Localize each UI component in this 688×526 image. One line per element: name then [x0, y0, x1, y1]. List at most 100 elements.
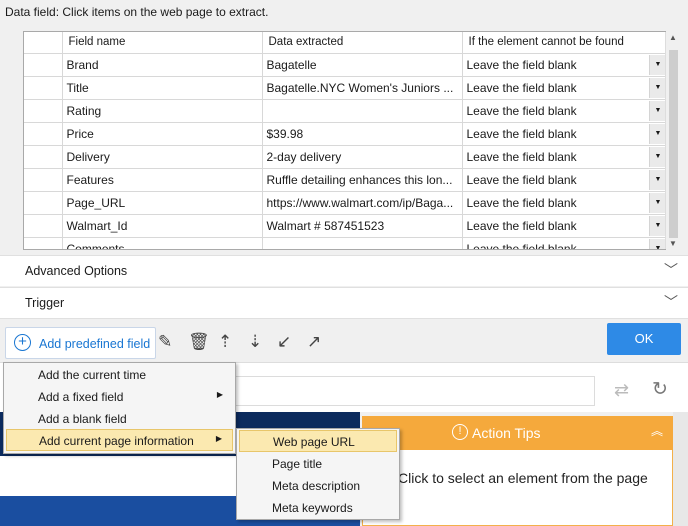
- data-extracted-cell[interactable]: Bagatelle.NYC Women's Juniors ...: [262, 76, 463, 100]
- advanced-options-section[interactable]: Advanced Options ﹀: [0, 255, 688, 286]
- menu-item-meta-description[interactable]: Meta description: [239, 475, 397, 497]
- field-name-cell[interactable]: Price: [62, 122, 263, 146]
- row-header-corner: [24, 32, 63, 54]
- row-header[interactable]: [24, 237, 63, 249]
- table-row[interactable]: Rating Leave the field blank ▼: [24, 99, 665, 123]
- add-predefined-field-button[interactable]: + Add predefined field: [5, 327, 156, 359]
- row-header[interactable]: [24, 99, 63, 123]
- data-extracted-cell[interactable]: 2-day delivery: [262, 145, 463, 169]
- fallback-dropdown[interactable]: Leave the field blank ▼: [462, 191, 665, 215]
- data-extracted-cell[interactable]: Walmart # 587451523: [262, 214, 463, 238]
- fallback-value: Leave the field blank: [466, 195, 577, 210]
- table-row[interactable]: Comments Leave the field blank ▼: [24, 237, 665, 249]
- fallback-dropdown[interactable]: Leave the field blank ▼: [462, 168, 665, 192]
- data-field-label: Data field: Click items on the web page …: [5, 5, 269, 19]
- trigger-section[interactable]: Trigger ﹀: [0, 287, 688, 319]
- field-name-cell[interactable]: Brand: [62, 53, 263, 77]
- table-row[interactable]: Page_URL https://www.walmart.com/ip/Baga.…: [24, 191, 665, 215]
- scroll-up-icon[interactable]: ▲: [669, 33, 677, 42]
- fallback-dropdown[interactable]: Leave the field blank ▼: [462, 76, 665, 100]
- dropdown-arrow-icon[interactable]: ▼: [648, 215, 665, 236]
- browser-url-bar[interactable]: [225, 376, 595, 406]
- column-header-data-extracted[interactable]: Data extracted: [262, 32, 463, 54]
- row-header[interactable]: [24, 145, 63, 169]
- scroll-thumb[interactable]: [669, 50, 678, 238]
- fallback-dropdown[interactable]: Leave the field blank ▼: [462, 237, 665, 249]
- submenu-arrow-icon: ▶: [215, 434, 222, 443]
- table-row[interactable]: Features Ruffle detailing enhances this l…: [24, 168, 665, 192]
- row-header[interactable]: [24, 53, 63, 77]
- grid-scrollbar[interactable]: ▲ ▼: [665, 32, 681, 249]
- action-tips-text: Click to select an element from the page: [398, 470, 648, 486]
- reload-icon[interactable]: ↻: [652, 378, 668, 401]
- data-extracted-cell[interactable]: Bagatelle: [262, 53, 463, 77]
- dropdown-arrow-icon[interactable]: ▼: [648, 146, 665, 167]
- data-field-grid[interactable]: Field name Data extracted If the element…: [23, 31, 666, 250]
- column-header-if-not-found[interactable]: If the element cannot be found: [462, 32, 665, 54]
- table-row[interactable]: Title Bagatelle.NYC Women's Juniors ... Le…: [24, 76, 665, 100]
- data-extracted-cell[interactable]: [262, 237, 463, 249]
- field-name-cell[interactable]: Walmart_Id: [62, 214, 263, 238]
- table-row[interactable]: Delivery 2-day delivery Leave the field bl…: [24, 145, 665, 169]
- dropdown-arrow-icon[interactable]: ▼: [648, 100, 665, 121]
- action-tips-header: ! Action Tips ︽: [362, 416, 673, 450]
- menu-item-current-page-info[interactable]: Add current page information ▶: [6, 429, 233, 451]
- open-external-icon[interactable]: ↗: [307, 332, 321, 352]
- menu-item-meta-keywords[interactable]: Meta keywords: [239, 497, 397, 519]
- dropdown-arrow-icon[interactable]: ▼: [648, 192, 665, 213]
- advanced-options-label: Advanced Options: [25, 264, 128, 278]
- dropdown-arrow-icon[interactable]: ▼: [648, 123, 665, 144]
- page-info-submenu: Web page URL Page title Meta description…: [236, 428, 400, 520]
- fallback-dropdown[interactable]: Leave the field blank ▼: [462, 122, 665, 146]
- fallback-value: Leave the field blank: [466, 218, 577, 233]
- field-name-cell[interactable]: Title: [62, 76, 263, 100]
- fallback-dropdown[interactable]: Leave the field blank ▼: [462, 53, 665, 77]
- fallback-value: Leave the field blank: [466, 172, 577, 187]
- move-up-icon[interactable]: ⇡: [218, 332, 232, 352]
- move-down-icon[interactable]: ⇣: [248, 332, 262, 352]
- table-row[interactable]: Brand Bagatelle Leave the field blank ▼: [24, 53, 665, 77]
- menu-item-blank-field[interactable]: Add a blank field: [6, 408, 233, 430]
- row-header[interactable]: [24, 76, 63, 100]
- field-name-cell[interactable]: Rating: [62, 99, 263, 123]
- field-name-cell[interactable]: Delivery: [62, 145, 263, 169]
- data-extracted-cell[interactable]: [262, 99, 463, 123]
- fallback-dropdown[interactable]: Leave the field blank ▼: [462, 99, 665, 123]
- dropdown-arrow-icon[interactable]: ▼: [648, 77, 665, 98]
- fallback-value: Leave the field blank: [466, 126, 577, 141]
- dropdown-arrow-icon[interactable]: ▼: [648, 238, 665, 249]
- row-header[interactable]: [24, 214, 63, 238]
- column-header-field-name[interactable]: Field name: [62, 32, 263, 54]
- fallback-dropdown[interactable]: Leave the field blank ▼: [462, 145, 665, 169]
- ok-button[interactable]: OK: [607, 323, 681, 355]
- dropdown-arrow-icon[interactable]: ▼: [648, 169, 665, 190]
- data-extracted-cell[interactable]: https://www.walmart.com/ip/Baga...: [262, 191, 463, 215]
- chevron-down-icon[interactable]: ﹀: [664, 292, 678, 312]
- menu-item-current-time[interactable]: Add the current time: [6, 364, 233, 386]
- action-tips-title: Action Tips: [472, 425, 541, 441]
- row-header[interactable]: [24, 122, 63, 146]
- trash-icon[interactable]: 🗑: [188, 332, 210, 352]
- field-name-cell[interactable]: Features: [62, 168, 263, 192]
- collapse-icon[interactable]: ︽: [651, 422, 663, 439]
- scroll-down-icon[interactable]: ▼: [669, 239, 677, 248]
- data-extracted-cell[interactable]: $39.98: [262, 122, 463, 146]
- menu-item-page-title[interactable]: Page title: [239, 453, 397, 475]
- row-header[interactable]: [24, 191, 63, 215]
- menu-item-fixed-field[interactable]: Add a fixed field ▶: [6, 386, 233, 408]
- customize-field-icon[interactable]: ↙: [277, 332, 291, 352]
- table-row[interactable]: Walmart_Id Walmart # 587451523 Leave the f…: [24, 214, 665, 238]
- dropdown-arrow-icon[interactable]: ▼: [648, 54, 665, 75]
- edit-list-icon[interactable]: ✎: [158, 332, 172, 352]
- data-extracted-cell[interactable]: Ruffle detailing enhances this lon...: [262, 168, 463, 192]
- plus-circle-icon: +: [14, 334, 31, 351]
- menu-item-web-page-url[interactable]: Web page URL: [239, 430, 397, 452]
- table-row[interactable]: Price $39.98 Leave the field blank ▼: [24, 122, 665, 146]
- fallback-dropdown[interactable]: Leave the field blank ▼: [462, 214, 665, 238]
- field-name-cell[interactable]: Comments: [62, 237, 263, 249]
- web-page-scrollbar[interactable]: [673, 412, 688, 526]
- swap-icon[interactable]: ⇄: [614, 380, 629, 401]
- row-header[interactable]: [24, 168, 63, 192]
- field-name-cell[interactable]: Page_URL: [62, 191, 263, 215]
- chevron-down-icon[interactable]: ﹀: [664, 260, 678, 280]
